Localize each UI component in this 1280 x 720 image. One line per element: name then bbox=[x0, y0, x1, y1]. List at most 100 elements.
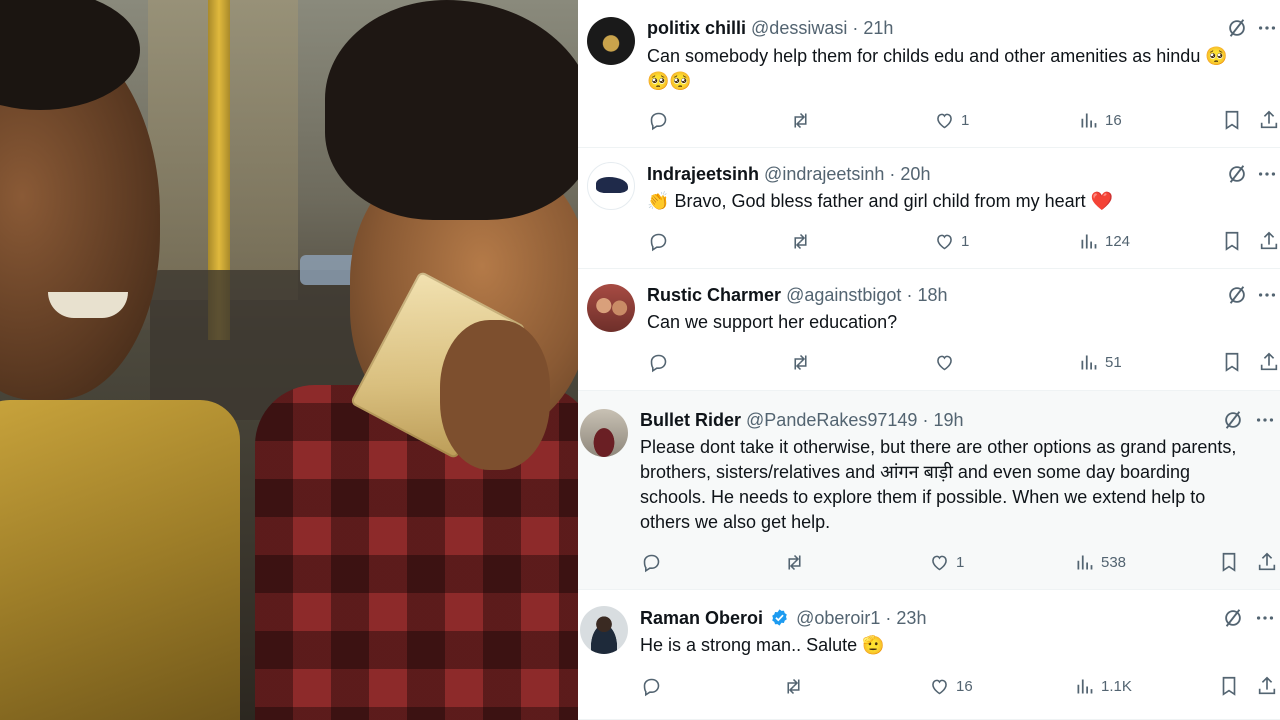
repost-button[interactable] bbox=[790, 109, 817, 131]
share-icon[interactable] bbox=[1256, 675, 1278, 697]
separator: · bbox=[906, 285, 913, 305]
user-handle[interactable]: @indrajeetsinh bbox=[764, 164, 884, 184]
grok-icon[interactable] bbox=[1222, 607, 1244, 629]
heart-icon bbox=[932, 679, 947, 694]
reply-text-line: He is a strong man.. Salute bbox=[640, 635, 858, 655]
avatar[interactable] bbox=[587, 284, 635, 332]
like-button[interactable] bbox=[934, 351, 961, 373]
reply-text: Can we support her education? bbox=[647, 310, 1267, 335]
user-handle[interactable]: @PandeRakes97149 bbox=[746, 410, 917, 430]
display-name[interactable]: politix chilli bbox=[647, 18, 746, 38]
clap-emoji: 👏 bbox=[647, 191, 670, 211]
share-icon[interactable] bbox=[1256, 551, 1278, 573]
reply-text-line: schools. He needs to explore them if pos… bbox=[640, 487, 1206, 507]
reply-header: politix chilli @dessiwasi · 21h bbox=[647, 16, 893, 40]
repost-button[interactable] bbox=[790, 230, 817, 252]
speech-bubble-icon bbox=[643, 554, 660, 572]
bar-chart-icon bbox=[1077, 679, 1093, 693]
grok-icon[interactable] bbox=[1226, 284, 1248, 306]
grok-icon[interactable] bbox=[1226, 17, 1248, 39]
more-icon[interactable] bbox=[1256, 284, 1278, 306]
reply-button[interactable] bbox=[648, 109, 675, 131]
avatar[interactable] bbox=[587, 17, 635, 65]
reply-header: Raman Oberoi @oberoir1 · 23h bbox=[640, 606, 926, 630]
reply-item[interactable]: Indrajeetsinh @indrajeetsinh · 20h 👏 Bra… bbox=[578, 148, 1280, 269]
reply-item[interactable]: politix chilli @dessiwasi · 21h Can some… bbox=[578, 0, 1280, 148]
reply-item[interactable]: Rustic Charmer @againstbigot · 18h Can w… bbox=[578, 269, 1280, 391]
reply-button[interactable] bbox=[648, 351, 675, 373]
avatar[interactable] bbox=[580, 409, 628, 457]
like-button[interactable]: 1 bbox=[929, 551, 964, 573]
user-handle[interactable]: @oberoir1 bbox=[796, 608, 880, 628]
grok-icon[interactable] bbox=[1222, 409, 1244, 431]
view-count: 1.1K bbox=[1101, 677, 1132, 695]
reply-text-line: others we also get help. bbox=[640, 512, 831, 532]
views-button[interactable]: 16 bbox=[1078, 109, 1122, 131]
reply-item[interactable]: Raman Oberoi @oberoir1 · 23h He is a str… bbox=[578, 590, 1280, 720]
like-count: 1 bbox=[956, 553, 965, 571]
separator: · bbox=[852, 18, 859, 38]
like-button[interactable]: 1 bbox=[934, 230, 969, 252]
bar-chart-icon bbox=[1081, 234, 1097, 248]
views-button[interactable]: 538 bbox=[1074, 551, 1126, 573]
bookmark-icon[interactable] bbox=[1221, 351, 1243, 373]
reply-feed: politix chilli @dessiwasi · 21h Can some… bbox=[578, 0, 1280, 720]
bookmark-icon[interactable] bbox=[1221, 109, 1243, 131]
more-icon[interactable] bbox=[1256, 17, 1278, 39]
like-count: 16 bbox=[956, 677, 973, 695]
reply-button[interactable] bbox=[641, 551, 668, 573]
like-count: 1 bbox=[961, 111, 970, 129]
user-handle[interactable]: @dessiwasi bbox=[751, 18, 847, 38]
repost-button[interactable] bbox=[790, 351, 817, 373]
timestamp[interactable]: 21h bbox=[863, 18, 893, 38]
reply-item[interactable]: Bullet Rider @PandeRakes97149 · 19h Plea… bbox=[578, 391, 1280, 590]
view-count: 538 bbox=[1101, 553, 1127, 571]
separator: · bbox=[885, 608, 892, 628]
timestamp[interactable]: 19h bbox=[933, 410, 963, 430]
reply-text: He is a strong man.. Salute 🫡 bbox=[640, 633, 1260, 658]
share-icon[interactable] bbox=[1258, 230, 1280, 252]
display-name[interactable]: Bullet Rider bbox=[640, 410, 741, 430]
speech-bubble-icon bbox=[650, 233, 667, 251]
news-photo bbox=[0, 0, 578, 720]
more-icon[interactable] bbox=[1254, 409, 1276, 431]
repost-button[interactable] bbox=[784, 551, 811, 573]
share-icon[interactable] bbox=[1258, 109, 1280, 131]
bar-chart-icon bbox=[1077, 555, 1093, 569]
timestamp[interactable]: 23h bbox=[896, 608, 926, 628]
repost-icon bbox=[794, 112, 807, 128]
bookmark-icon[interactable] bbox=[1218, 551, 1240, 573]
girl-hand bbox=[440, 320, 550, 470]
reply-text: Please dont take it otherwise, but there… bbox=[640, 435, 1280, 535]
timestamp[interactable]: 20h bbox=[900, 164, 930, 184]
user-handle[interactable]: @againstbigot bbox=[786, 285, 901, 305]
bookmark-icon[interactable] bbox=[1218, 675, 1240, 697]
like-button[interactable]: 16 bbox=[929, 675, 973, 697]
display-name[interactable]: Indrajeetsinh bbox=[647, 164, 759, 184]
views-button[interactable]: 124 bbox=[1078, 230, 1130, 252]
father-shirt bbox=[0, 400, 240, 720]
more-icon[interactable] bbox=[1256, 163, 1278, 185]
views-button[interactable]: 51 bbox=[1078, 351, 1122, 373]
reply-button[interactable] bbox=[648, 230, 675, 252]
girl-hair bbox=[325, 0, 578, 220]
timestamp[interactable]: 18h bbox=[917, 285, 947, 305]
display-name[interactable]: Raman Oberoi bbox=[640, 608, 763, 628]
like-button[interactable]: 1 bbox=[934, 109, 969, 131]
avatar[interactable] bbox=[587, 162, 635, 210]
grok-icon[interactable] bbox=[1226, 163, 1248, 185]
bookmark-icon[interactable] bbox=[1221, 230, 1243, 252]
views-button[interactable]: 1.1K bbox=[1074, 675, 1132, 697]
view-count: 124 bbox=[1105, 232, 1131, 250]
share-icon[interactable] bbox=[1258, 351, 1280, 373]
reply-text: Can somebody help them for childs edu an… bbox=[647, 44, 1267, 94]
avatar[interactable] bbox=[580, 606, 628, 654]
speech-bubble-icon bbox=[650, 112, 667, 130]
bar-chart-icon bbox=[1081, 355, 1097, 369]
reply-button[interactable] bbox=[641, 675, 668, 697]
more-icon[interactable] bbox=[1254, 607, 1276, 629]
display-name[interactable]: Rustic Charmer bbox=[647, 285, 781, 305]
repost-icon bbox=[787, 678, 800, 694]
repost-button[interactable] bbox=[783, 675, 810, 697]
speech-bubble-icon bbox=[650, 354, 667, 372]
